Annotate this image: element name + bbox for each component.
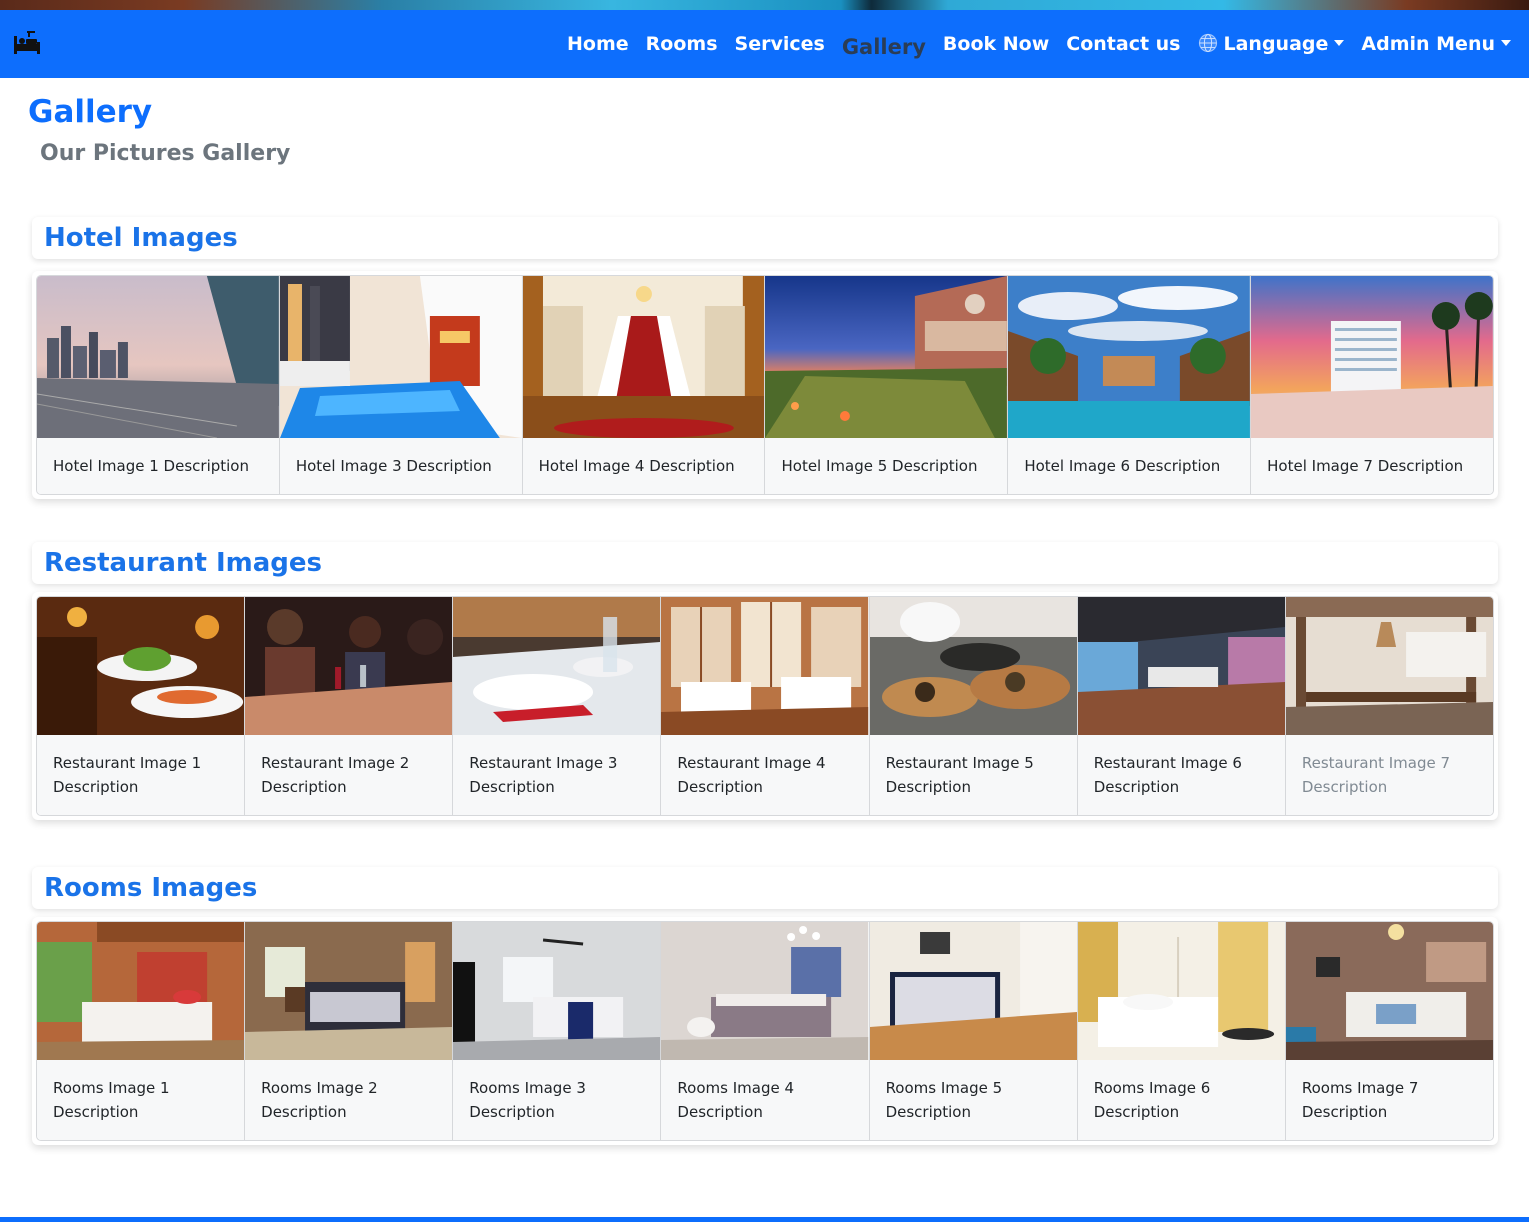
gallery-card[interactable]: Restaurant Image 3 Description bbox=[453, 597, 662, 815]
card-caption: Restaurant Image 5 Description bbox=[885, 754, 1034, 796]
language-dropdown[interactable]: Language bbox=[1198, 33, 1345, 55]
hotel-image[interactable] bbox=[37, 276, 279, 438]
gallery-card[interactable]: Rooms Image 7 Description bbox=[1285, 922, 1493, 1140]
card-caption: Restaurant Image 2 Description bbox=[261, 754, 410, 796]
nav-home[interactable]: Home bbox=[567, 33, 629, 55]
gallery-card[interactable]: Hotel Image 6 Description bbox=[1008, 276, 1252, 494]
restaurant-images-section: Restaurant Images Restaurant Image 1 Des… bbox=[32, 542, 1498, 820]
card-caption: Rooms Image 5 Description bbox=[885, 1079, 1003, 1121]
card-caption: Hotel Image 5 Description bbox=[781, 457, 978, 475]
gallery-card[interactable]: Rooms Image 6 Description bbox=[1077, 922, 1286, 1140]
section-title: Hotel Images bbox=[44, 223, 238, 253]
gallery-card[interactable]: Hotel Image 4 Description bbox=[522, 276, 766, 494]
hotel-image[interactable] bbox=[1251, 276, 1493, 438]
card-caption: Rooms Image 2 Description bbox=[261, 1079, 378, 1121]
card-caption: Rooms Image 4 Description bbox=[677, 1079, 795, 1121]
restaurant-image[interactable] bbox=[37, 597, 245, 735]
card-caption: Restaurant Image 7 Description bbox=[1301, 754, 1451, 796]
restaurant-image[interactable] bbox=[1077, 597, 1285, 735]
hotel-bed-icon[interactable] bbox=[12, 30, 42, 56]
card-caption: Hotel Image 4 Description bbox=[538, 457, 735, 475]
gallery-card[interactable]: Restaurant Image 4 Description bbox=[661, 597, 870, 815]
gallery-card[interactable]: Restaurant Image 5 Description bbox=[869, 597, 1078, 815]
room-image[interactable] bbox=[869, 922, 1077, 1060]
card-caption: Hotel Image 1 Description bbox=[53, 457, 249, 475]
room-image[interactable] bbox=[453, 922, 661, 1060]
card-caption: Restaurant Image 4 Description bbox=[677, 754, 826, 796]
section-header: Hotel Images bbox=[32, 217, 1498, 259]
page-title: Gallery bbox=[28, 94, 153, 130]
gallery-card[interactable]: Restaurant Image 7 Description bbox=[1285, 597, 1493, 815]
gallery-card[interactable]: Rooms Image 3 Description bbox=[453, 922, 662, 1140]
card-caption: Rooms Image 1 Description bbox=[53, 1079, 170, 1121]
section-title: Restaurant Images bbox=[44, 548, 323, 578]
restaurant-image[interactable] bbox=[245, 597, 453, 735]
nav-rooms[interactable]: Rooms bbox=[646, 33, 718, 55]
room-image[interactable] bbox=[1285, 922, 1493, 1060]
section-header: Rooms Images bbox=[32, 867, 1498, 909]
gallery-card[interactable]: Rooms Image 5 Description bbox=[869, 922, 1078, 1140]
card-caption: Hotel Image 3 Description bbox=[295, 457, 492, 475]
globe-icon bbox=[1198, 33, 1217, 53]
hero-image-strip bbox=[0, 0, 1529, 10]
card-group: Rooms Image 1 Description Rooms Image 2 … bbox=[36, 921, 1494, 1141]
admin-menu-dropdown[interactable]: Admin Menu bbox=[1361, 33, 1511, 55]
card-group: Restaurant Image 1 Description Restauran… bbox=[36, 596, 1494, 816]
gallery-card[interactable]: Restaurant Image 2 Description bbox=[245, 597, 454, 815]
card-caption: Hotel Image 7 Description bbox=[1267, 457, 1464, 475]
gallery-card[interactable]: Hotel Image 1 Description bbox=[37, 276, 280, 494]
gallery-card[interactable]: Restaurant Image 1 Description bbox=[37, 597, 246, 815]
room-image[interactable] bbox=[37, 922, 245, 1060]
card-row: Rooms Image 1 Description Rooms Image 2 … bbox=[32, 917, 1498, 1145]
card-caption: Hotel Image 6 Description bbox=[1024, 457, 1221, 475]
nav-contact-us[interactable]: Contact us bbox=[1066, 33, 1180, 55]
card-caption: Restaurant Image 1 Description bbox=[53, 754, 202, 796]
hotel-image[interactable] bbox=[279, 276, 522, 438]
restaurant-image[interactable] bbox=[1285, 597, 1493, 735]
hotel-image[interactable] bbox=[522, 276, 765, 438]
nav-book-now[interactable]: Book Now bbox=[943, 33, 1049, 55]
card-caption: Restaurant Image 6 Description bbox=[1093, 754, 1242, 796]
nav-gallery[interactable]: Gallery bbox=[842, 35, 926, 59]
card-row: Restaurant Image 1 Description Restauran… bbox=[32, 592, 1498, 820]
card-caption: Rooms Image 3 Description bbox=[469, 1079, 586, 1121]
restaurant-image[interactable] bbox=[661, 597, 869, 735]
chevron-down-icon bbox=[1501, 40, 1511, 46]
room-image[interactable] bbox=[245, 922, 453, 1060]
room-image[interactable] bbox=[1077, 922, 1285, 1060]
hotel-image[interactable] bbox=[765, 276, 1008, 438]
nav-services[interactable]: Services bbox=[735, 33, 825, 55]
gallery-card[interactable]: Hotel Image 7 Description bbox=[1251, 276, 1493, 494]
card-row: Hotel Image 1 Description Hotel Image 3 … bbox=[32, 271, 1498, 499]
card-group: Hotel Image 1 Description Hotel Image 3 … bbox=[36, 275, 1494, 495]
section-header: Restaurant Images bbox=[32, 542, 1498, 584]
rooms-images-section: Rooms Images Rooms Image 1 Description R… bbox=[32, 867, 1498, 1145]
navbar: Home Rooms Services Gallery Book Now Con… bbox=[0, 10, 1529, 78]
admin-menu-label: Admin Menu bbox=[1361, 33, 1495, 55]
nav-menu: Home Rooms Services Gallery Book Now Con… bbox=[567, 10, 1511, 78]
hotel-image[interactable] bbox=[1008, 276, 1251, 438]
gallery-card[interactable]: Rooms Image 1 Description bbox=[37, 922, 246, 1140]
section-title: Rooms Images bbox=[44, 873, 258, 903]
gallery-card[interactable]: Restaurant Image 6 Description bbox=[1077, 597, 1286, 815]
page-subtitle: Our Pictures Gallery bbox=[40, 141, 291, 166]
card-caption: Rooms Image 7 Description bbox=[1301, 1079, 1419, 1121]
restaurant-image[interactable] bbox=[869, 597, 1077, 735]
gallery-card[interactable]: Rooms Image 2 Description bbox=[245, 922, 454, 1140]
gallery-card[interactable]: Hotel Image 3 Description bbox=[279, 276, 523, 494]
chevron-down-icon bbox=[1334, 40, 1345, 46]
card-caption: Rooms Image 6 Description bbox=[1093, 1079, 1211, 1121]
language-label: Language bbox=[1223, 33, 1329, 55]
gallery-card[interactable]: Hotel Image 5 Description bbox=[765, 276, 1009, 494]
card-caption: Restaurant Image 3 Description bbox=[469, 754, 618, 796]
room-image[interactable] bbox=[661, 922, 869, 1060]
hotel-images-section: Hotel Images Hotel Image 1 Description H… bbox=[32, 217, 1498, 499]
footer-bar bbox=[0, 1217, 1529, 1222]
gallery-card[interactable]: Rooms Image 4 Description bbox=[661, 922, 870, 1140]
restaurant-image[interactable] bbox=[453, 597, 661, 735]
